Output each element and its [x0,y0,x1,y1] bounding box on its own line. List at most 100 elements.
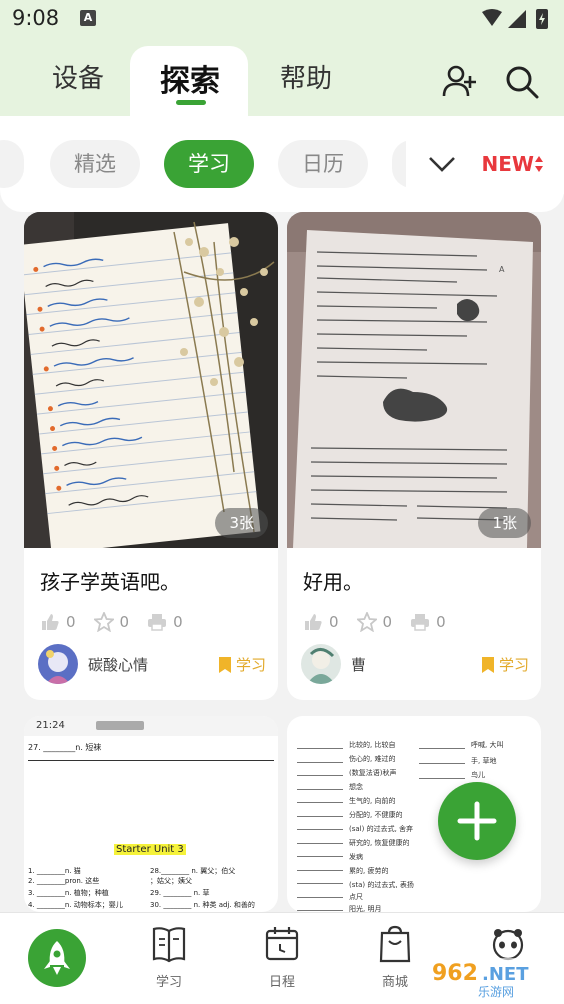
svg-text:A: A [499,265,505,274]
image-text-line: (数复法语)秋声 [349,769,397,777]
image-text-line: 发病 [349,853,363,861]
avatar-image [38,644,78,684]
image-blank-line [297,802,343,803]
image-text-line: 阳光, 明月 [349,905,382,912]
svg-text:.NET: .NET [482,964,529,985]
chip-calendar[interactable]: 日历 [278,140,368,188]
image-text-line: 3. ________n. 植物；种植 [28,889,109,897]
image-blank-line [297,869,343,871]
svg-text:962: 962 [432,961,478,986]
wifi-icon [482,9,502,26]
print-count: 0 [436,613,446,631]
print-button[interactable]: 0 [147,610,183,634]
nav-store-label: 商城 [381,975,408,990]
sort-arrows-icon [535,156,543,172]
image-blank-line [297,748,343,749]
image-highlight: Starter Unit 3 [114,844,186,855]
nav-study[interactable]: 学习 [129,925,209,1001]
post-card[interactable]: A 1张 好用。 0 0 0 曹 学习 [287,212,541,700]
category-tag[interactable]: 学习 [481,654,529,675]
print-count: 0 [173,613,183,631]
search-icon[interactable] [502,62,542,102]
image-text-line: 累的, 疲劳的 [349,867,389,875]
avatar[interactable] [38,644,78,684]
like-button[interactable]: 0 [303,610,339,634]
watermark-logo: 962 .NET 乐游网 [428,958,560,1000]
bookmark-icon [218,656,231,673]
book-icon [152,927,186,963]
image-text-line: 点尺 [349,893,363,901]
tab-devices[interactable]: 设备 [52,58,104,95]
image-text-line: 4. ________n. 动物标本；婴儿 [28,901,123,909]
chip-study[interactable]: 学习 [164,140,254,188]
image-blank-line [297,775,343,776]
chip-featured[interactable]: 精选 [50,140,140,188]
image-blank-line [297,896,343,898]
star-icon [356,612,377,632]
image-count-badge: 3张 [215,508,268,538]
category-label: 学习 [235,656,266,674]
post-author[interactable]: 曹 学习 [301,644,529,684]
svg-text:乐游网: 乐游网 [478,985,514,999]
post-author[interactable]: 碳酸心情 学习 [38,644,266,684]
print-button[interactable]: 0 [410,610,446,634]
calendar-icon [265,927,299,961]
image-text-line: 27. ________n. 短袜 [28,743,102,752]
image-blank-line [297,842,343,844]
signal-icon [508,10,526,28]
post-image[interactable]: A 1张 [287,212,541,548]
image-text-line: 研究的, 恢复健康的 [349,839,410,847]
chip-previous[interactable] [0,140,24,188]
add-user-icon[interactable] [440,62,480,102]
tab-explore[interactable]: 探索 [160,56,220,100]
like-count: 0 [66,613,76,631]
image-text-line: 手, 草地 [471,757,497,765]
image-text-line: 伤心的, 难过的 [349,755,396,763]
new-badge[interactable]: NEW [482,152,534,176]
post-stats: 0 0 0 [40,610,183,634]
shopping-bag-icon [379,925,411,963]
nav-store[interactable]: 商城 [355,925,435,1001]
image-blank-line [419,763,465,764]
image-blank-line [297,910,343,911]
avatar[interactable] [301,644,341,684]
image-time: 21:24 [36,720,65,731]
favorite-count: 0 [119,613,130,631]
post-card[interactable]: 3张 孩子学英语吧。 0 0 0 碳酸心情 学习 [24,212,278,700]
nav-home[interactable] [28,929,86,987]
worksheet-photo: A [287,212,541,548]
favorite-button[interactable]: 0 [356,610,392,634]
post-card[interactable]: 21:24 27. ________n. 短袜 Starter Unit 3 1… [24,716,278,912]
image-text-line: ；姑父；姨父 [150,877,192,885]
image-divider [28,760,274,761]
plus-icon [457,801,497,841]
nav-schedule[interactable]: 日程 [242,925,322,1001]
image-blank-line [297,788,343,790]
category-tag[interactable]: 学习 [218,654,266,675]
post-image[interactable]: 3张 [24,212,278,548]
rocket-icon [44,941,70,975]
nav-study-label: 学习 [155,975,182,990]
thumbs-up-icon [42,614,59,630]
star-icon [93,612,114,632]
like-button[interactable]: 0 [40,610,76,634]
filter-bar: 精选 学习 日历 NEW [0,116,564,212]
image-text-line: 呼喊, 大叫 [471,741,504,749]
favorite-button[interactable]: 0 [93,610,130,634]
image-text-line: 1. ________n. 猫 [28,867,81,875]
image-text-line: 28.________ n. 翼父；伯父 [150,867,236,875]
author-name: 曹 [351,656,367,674]
tab-help[interactable]: 帮助 [280,58,332,95]
category-label: 学习 [498,656,529,674]
image-blank-line [297,829,343,830]
like-count: 0 [329,613,339,631]
notification-icon: A [80,10,96,26]
chevron-down-icon[interactable] [428,154,456,174]
printer-icon [411,614,430,631]
image-text-line: (sta) 的过去式, 表扬 [349,881,414,889]
status-bar: 9:08 A [0,0,564,40]
image-text-line: 分配的, 不健康的 [349,811,403,819]
nav-schedule-label: 日程 [268,975,295,990]
create-post-button[interactable] [438,782,516,860]
status-time: 9:08 [12,6,60,30]
